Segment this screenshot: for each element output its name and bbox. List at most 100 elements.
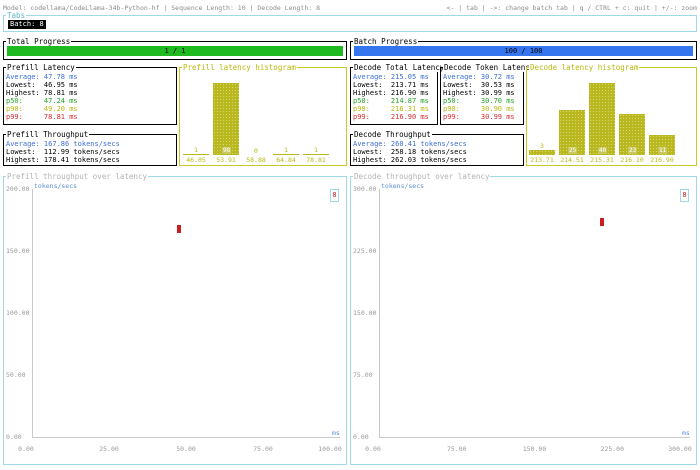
decode-throughput-lowest: Lowest: 258.18 tokens/secs: [353, 148, 467, 156]
batch-progress-panel: Batch Progress 100 / 100: [350, 37, 697, 60]
prefill-scatter-x-axis: [32, 437, 340, 438]
decode-histogram-count-label: 3: [540, 142, 544, 150]
header-help: <- | tab | ->: change batch tab | q / CT…: [446, 4, 697, 12]
decode-total-latency-p90: p90: 216.31 ms: [353, 105, 429, 113]
prefill-latency-p99: p99: 78.81 ms: [6, 113, 78, 121]
prefill-scatter-y-tick: 200.00: [6, 185, 30, 193]
decode-scatter-y-axis: [379, 189, 380, 437]
prefill-histogram-x-label: 78.81: [306, 156, 326, 164]
decode-scatter-plot: 300.00 225.00 150.00 75.00 0.00 0.00 75.00 150.…: [351, 177, 696, 464]
prefill-scatter-x-tick: 25.00: [99, 445, 119, 453]
decode-throughput-average: Average: 260.41 tokens/secs: [353, 140, 467, 148]
batch-progress-title: Batch Progress: [353, 37, 419, 46]
decode-scatter-x-axis: [379, 437, 690, 438]
prefill-histogram-bar: [273, 154, 299, 155]
decode-histogram-bar: [589, 83, 615, 155]
decode-scatter-x-label: ms: [682, 429, 690, 437]
decode-histogram-count-label: 40: [598, 147, 608, 154]
decode-histogram-count-label: 11: [658, 147, 668, 154]
decode-total-latency-lowest: Lowest: 213.71 ms: [353, 81, 429, 89]
prefill-histogram-plot: 1 46.05 98 53.91 0 58.88 1 64.84 1 78.81: [180, 68, 346, 165]
prefill-scatter-y-tick: 50.00: [6, 371, 26, 379]
prefill-scatter-x-label: ms: [332, 429, 340, 437]
prefill-histogram-panel: Prefill latency histogram 1 46.05 98 53.91 0…: [179, 63, 347, 166]
decode-throughput-highest: Highest: 262.03 tokens/secs: [353, 156, 467, 164]
decode-scatter-point: [599, 217, 604, 226]
tabs-title: Tabs: [6, 11, 27, 20]
decode-histogram-bar: [529, 150, 555, 155]
prefill-histogram-count-label: 1: [314, 146, 318, 154]
decode-histogram-count-label: 23: [628, 147, 638, 154]
prefill-latency-p50: p50: 47.24 ms: [6, 97, 78, 105]
decode-histogram-x-label: 216.10: [620, 156, 644, 164]
decode-token-latency-highest: Highest: 30.99 ms: [443, 89, 515, 97]
tab-batch-8[interactable]: Batch: 8: [8, 20, 46, 29]
total-progress-panel: Total Progress 1 / 1: [3, 37, 347, 60]
prefill-latency-average: Average: 47.78 ms: [6, 73, 78, 81]
decode-total-latency-average: Average: 215.05 ms: [353, 73, 429, 81]
prefill-histogram-count-label: 0: [254, 147, 258, 155]
prefill-scatter-y-tick: 0.00: [6, 433, 22, 441]
prefill-throughput-lowest: Lowest: 112.99 tokens/secs: [6, 148, 120, 156]
prefill-scatter-x-tick: 50.00: [176, 445, 196, 453]
prefill-scatter-point: [177, 224, 182, 233]
decode-scatter-x-tick: 150.00: [522, 445, 547, 453]
decode-scatter-legend: 8: [680, 189, 689, 202]
prefill-histogram-x-label: 53.91: [216, 156, 236, 164]
decode-scatter-x-tick: 0.00: [365, 445, 381, 453]
header-info: Model: codellama/CodeLlama-34b-Python-hf…: [3, 4, 320, 12]
prefill-scatter-x-tick: 75.00: [253, 445, 273, 453]
decode-token-latency-p90: p90: 30.90 ms: [443, 105, 515, 113]
decode-token-latency-average: Average: 30.72 ms: [443, 73, 515, 81]
prefill-scatter-x-tick: 100.00: [318, 445, 342, 453]
prefill-histogram-x-label: 64.84: [276, 156, 296, 164]
tabs-panel: Tabs Batch: 8: [3, 11, 697, 32]
total-progress-title: Total Progress: [6, 37, 72, 46]
decode-total-latency-p50: p50: 214.87 ms: [353, 97, 429, 105]
decode-throughput-panel: Decode Throughput Average: 260.41 tokens…: [350, 130, 524, 166]
prefill-scatter-y-label: tokens/secs: [34, 182, 78, 190]
decode-histogram-x-label: 214.51: [560, 156, 584, 164]
decode-token-latency-p99: p99: 30.99 ms: [443, 113, 515, 121]
prefill-histogram-bar: [183, 154, 209, 155]
total-progress-text: 1 / 1: [164, 47, 186, 55]
prefill-scatter-panel: Prefill throughput over latency 200.00 15…: [3, 172, 347, 465]
decode-total-latency-panel: Decode Total Latency Average: 215.05 ms …: [350, 63, 446, 125]
decode-token-latency-p50: p50: 30.70 ms: [443, 97, 515, 105]
decode-histogram-x-label: 216.90: [650, 156, 674, 164]
decode-scatter-x-tick: 300.00: [668, 445, 692, 453]
decode-token-latency-lowest: Lowest: 30.53 ms: [443, 81, 515, 89]
prefill-scatter-legend: 8: [330, 189, 339, 202]
decode-token-latency-title: Decode Token Latency: [443, 63, 536, 72]
prefill-histogram-count-label: 1: [194, 146, 198, 154]
prefill-throughput-panel: Prefill Throughput Average: 167.86 token…: [3, 130, 177, 166]
decode-histogram-x-label: 213.71: [530, 156, 554, 164]
decode-histogram-panel: Decode latency histogram 3 213.71 25 214.51…: [526, 63, 697, 166]
decode-scatter-y-label: tokens/secs: [381, 182, 425, 190]
prefill-scatter-plot: 200.00 150.00 100.00 50.00 0.00 0.00 25.00 50.0…: [4, 177, 346, 464]
prefill-scatter-x-tick: 0.00: [18, 445, 34, 453]
decode-token-latency-panel: Decode Token Latency Average: 30.72 ms L…: [440, 63, 536, 125]
decode-total-latency-highest: Highest: 216.90 ms: [353, 89, 429, 97]
decode-scatter-y-tick: 150.00: [353, 309, 377, 317]
decode-scatter-x-tick: 225.00: [600, 445, 624, 453]
prefill-scatter-y-tick: 150.00: [6, 247, 30, 255]
decode-histogram-plot: 3 213.71 25 214.51 40 215.31 23 216.10 11 216.90: [527, 68, 696, 165]
decode-total-latency-p99: p99: 216.90 ms: [353, 113, 429, 121]
decode-total-latency-title: Decode Total Latency: [353, 63, 446, 72]
prefill-throughput-average: Average: 167.86 tokens/secs: [6, 140, 120, 148]
prefill-histogram-bar: [213, 83, 239, 155]
decode-scatter-x-tick: 75.00: [446, 445, 467, 453]
batch-progress-text: 100 / 100: [504, 47, 543, 55]
prefill-latency-panel: Prefill Latency Average: 47.78 ms Lowest…: [3, 63, 177, 125]
decode-scatter-y-tick: 300.00: [353, 185, 377, 193]
decode-histogram-x-label: 215.31: [590, 156, 614, 164]
prefill-scatter-y-axis: [32, 189, 33, 437]
prefill-throughput-title: Prefill Throughput: [6, 130, 90, 139]
prefill-latency-title: Prefill Latency: [6, 63, 76, 72]
prefill-throughput-highest: Highest: 178.41 tokens/secs: [6, 156, 120, 164]
decode-throughput-title: Decode Throughput: [353, 130, 432, 139]
prefill-latency-p90: p90: 49.20 ms: [6, 105, 78, 113]
decode-scatter-y-tick: 75.00: [353, 371, 373, 379]
prefill-latency-highest: Highest: 78.81 ms: [6, 89, 78, 97]
